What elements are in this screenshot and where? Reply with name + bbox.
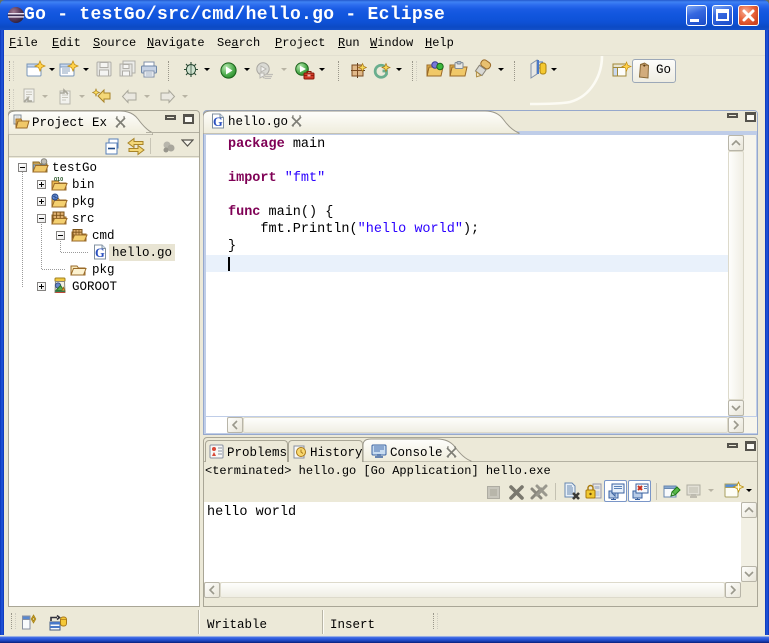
svg-text:G: G [95,246,105,260]
svg-text:G: G [213,115,223,129]
